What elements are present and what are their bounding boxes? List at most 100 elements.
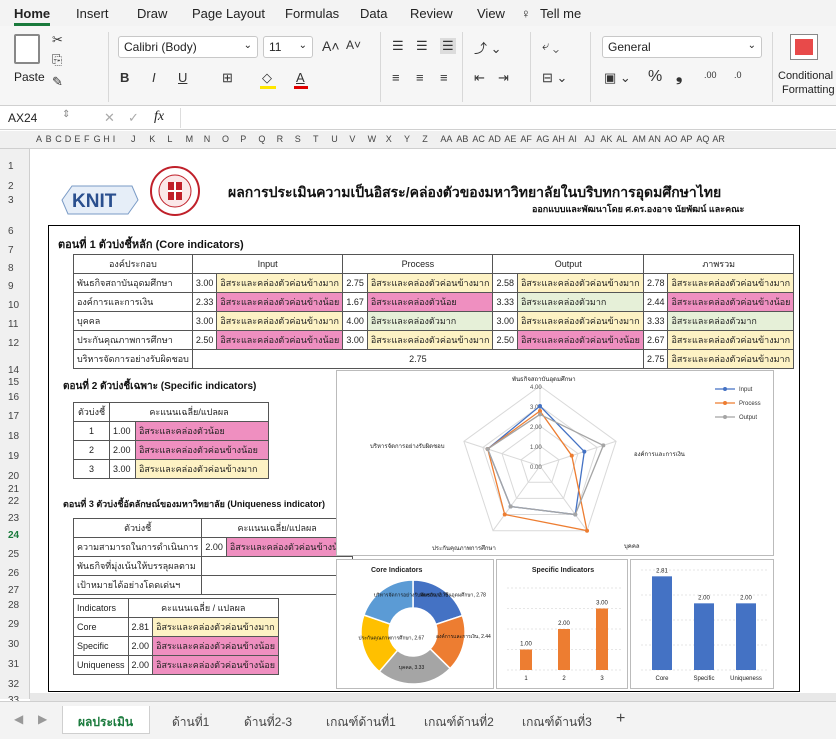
level-cell[interactable]: อิสระและคล่องตัวค่อนข้างมาก [216, 273, 344, 293]
font-name-select[interactable]: Calibri (Body) ⌄ [118, 36, 258, 58]
score-cell[interactable]: 4.00 [342, 311, 368, 331]
level-cell[interactable]: อิสระและคล่องตัวค่อนข้างน้อย [216, 292, 344, 312]
score-cell[interactable]: 2.75 [642, 349, 669, 369]
column-header[interactable]: D [65, 134, 72, 144]
score-cell[interactable]: 1.67 [342, 292, 368, 312]
core-pie-chart[interactable]: Core Indicators พันธกิจสถาบันอุดมศึกษา, 2… [336, 559, 494, 689]
align-top-icon[interactable]: ☰ [392, 38, 404, 54]
column-header[interactable]: AK [600, 134, 612, 144]
column-header[interactable]: A [36, 134, 42, 144]
font-size-select[interactable]: 11 ⌄ [263, 36, 313, 58]
tab-draw[interactable]: Draw [137, 6, 167, 21]
column-header[interactable]: AN [648, 134, 661, 144]
row-header[interactable]: 20 [0, 471, 28, 482]
column-header[interactable]: G [94, 134, 101, 144]
score-cell[interactable]: 3.00 [342, 330, 368, 350]
row-header[interactable]: 30 [0, 639, 28, 650]
column-header[interactable]: F [84, 134, 90, 144]
tab-scroll-right-icon[interactable]: ▶ [38, 712, 47, 726]
copy-icon[interactable]: ⎘ [52, 52, 62, 68]
conditional-formatting-label2[interactable]: Formatting [782, 84, 835, 96]
increase-font-icon[interactable]: A˄ [322, 38, 340, 54]
column-header[interactable]: AE [504, 134, 516, 144]
indicator-number[interactable]: 2 [72, 440, 111, 460]
conditional-formatting-icon[interactable] [790, 34, 818, 60]
column-header[interactable]: AP [680, 134, 692, 144]
column-header[interactable]: AI [568, 134, 577, 144]
formula-input[interactable] [180, 108, 830, 128]
column-header[interactable]: Y [404, 134, 410, 144]
row-label[interactable]: ประกันคุณภาพการศึกษา [73, 330, 193, 350]
column-header[interactable]: ตัวบ่งชี้ [72, 518, 203, 538]
column-header[interactable]: คะแนนเฉลี่ย/แปลผล [201, 518, 353, 538]
row-header[interactable]: 3 [0, 195, 28, 206]
row-header[interactable]: 6 [0, 226, 28, 237]
currency-icon[interactable]: ▣ ⌄ [604, 70, 631, 86]
paste-icon[interactable] [14, 34, 40, 64]
column-header[interactable]: W [368, 134, 377, 144]
column-header[interactable]: องค์ประกอบ [73, 254, 193, 274]
level-cell[interactable]: อิสระและคล่องตัวค่อนข้างน้อย [516, 330, 644, 350]
level-cell[interactable]: อิสระและคล่องตัวค่อนข้างมาก [216, 311, 344, 331]
paste-label[interactable]: Paste [14, 70, 45, 84]
decrease-decimal-button[interactable]: .0 [734, 70, 742, 80]
level-cell[interactable]: อิสระและคล่องตัวค่อนข้างน้อย [225, 537, 353, 557]
column-header[interactable]: AD [488, 134, 501, 144]
column-header[interactable]: AO [664, 134, 677, 144]
align-right-icon[interactable]: ≡ [440, 70, 448, 85]
column-header[interactable]: ภาพรวม [642, 254, 795, 274]
uniq-line[interactable]: พันธกิจที่มุ่งเน้นให้บรรลุผลตาม [72, 556, 203, 576]
sheet-tab-4[interactable]: เกณฑ์ด้านที่1 [326, 713, 396, 732]
column-header[interactable]: M [186, 134, 194, 144]
column-header[interactable]: E [74, 134, 80, 144]
row-header[interactable]: 14 [0, 365, 28, 376]
column-header[interactable]: คะแนนเฉลี่ย/แปลผล [109, 402, 269, 422]
column-header[interactable]: AF [520, 134, 532, 144]
align-left-icon[interactable]: ≡ [392, 70, 400, 85]
level-cell[interactable]: อิสระและคล่องตัวค่อนข้างมาก [134, 459, 270, 479]
row-header[interactable]: 25 [0, 549, 28, 560]
score-cell[interactable]: 3.00 [191, 311, 218, 331]
score-cell[interactable]: 2.78 [642, 273, 669, 293]
row-header[interactable]: 19 [0, 451, 28, 462]
level-cell[interactable]: อิสระและคล่องตัวน้อย [134, 421, 270, 441]
column-header[interactable]: P [240, 134, 246, 144]
merged-score-cell[interactable]: 2.75 [191, 349, 644, 369]
row-header[interactable]: 28 [0, 600, 28, 611]
italic-button[interactable]: I [152, 70, 156, 85]
row-header[interactable]: 29 [0, 619, 28, 630]
row-header[interactable]: 1 [0, 161, 28, 172]
row-header[interactable]: 17 [0, 411, 28, 422]
score-cell[interactable]: 2.00 [127, 655, 154, 675]
level-cell[interactable]: อิสระและคล่องตัวค่อนข้างมาก [516, 273, 644, 293]
tab-review[interactable]: Review [410, 6, 453, 21]
score-cell[interactable]: 2.50 [191, 330, 218, 350]
increase-decimal-button[interactable]: .00 [704, 70, 717, 80]
level-cell[interactable]: อิสระและคล่องตัวค่อนข้างน้อย [152, 655, 280, 675]
column-header[interactable]: R [277, 134, 284, 144]
align-middle-icon[interactable]: ☰ [416, 38, 428, 54]
tab-view[interactable]: View [477, 6, 505, 21]
row-header[interactable]: 22 [0, 496, 28, 507]
sheet-tab-5[interactable]: เกณฑ์ด้านที่2 [424, 713, 494, 732]
level-cell[interactable]: อิสระและคล่องตัวค่อนข้างน้อย [667, 292, 795, 312]
column-header[interactable]: I [113, 134, 116, 144]
orientation-icon[interactable]: ⤴ ⌄ [474, 38, 502, 57]
score-cell[interactable]: 2.00 [201, 537, 227, 557]
level-cell[interactable]: อิสระและคล่องตัวค่อนข้างน้อย [152, 636, 280, 656]
row-header[interactable]: 2 [0, 181, 28, 192]
column-header[interactable]: AG [536, 134, 549, 144]
row-header[interactable]: 18 [0, 431, 28, 442]
indicator-number[interactable]: 1 [72, 421, 111, 441]
indicator-name[interactable]: Core [73, 617, 129, 637]
decrease-font-icon[interactable]: A˅ [346, 38, 361, 52]
row-header[interactable]: 31 [0, 659, 28, 670]
name-box-stepper-icon[interactable]: ⇕ [62, 109, 70, 120]
row-header[interactable]: 32 [0, 679, 28, 690]
tab-formulas[interactable]: Formulas [285, 6, 339, 21]
level-cell[interactable]: อิสระและคล่องตัวมาก [667, 311, 795, 331]
specific-bar-chart[interactable]: Specific Indicators 1.00 1 2.00 2 3.00 3 [496, 559, 628, 689]
column-header[interactable]: AJ [584, 134, 595, 144]
row-label[interactable]: บุคคล [73, 311, 193, 331]
column-header[interactable]: K [149, 134, 155, 144]
